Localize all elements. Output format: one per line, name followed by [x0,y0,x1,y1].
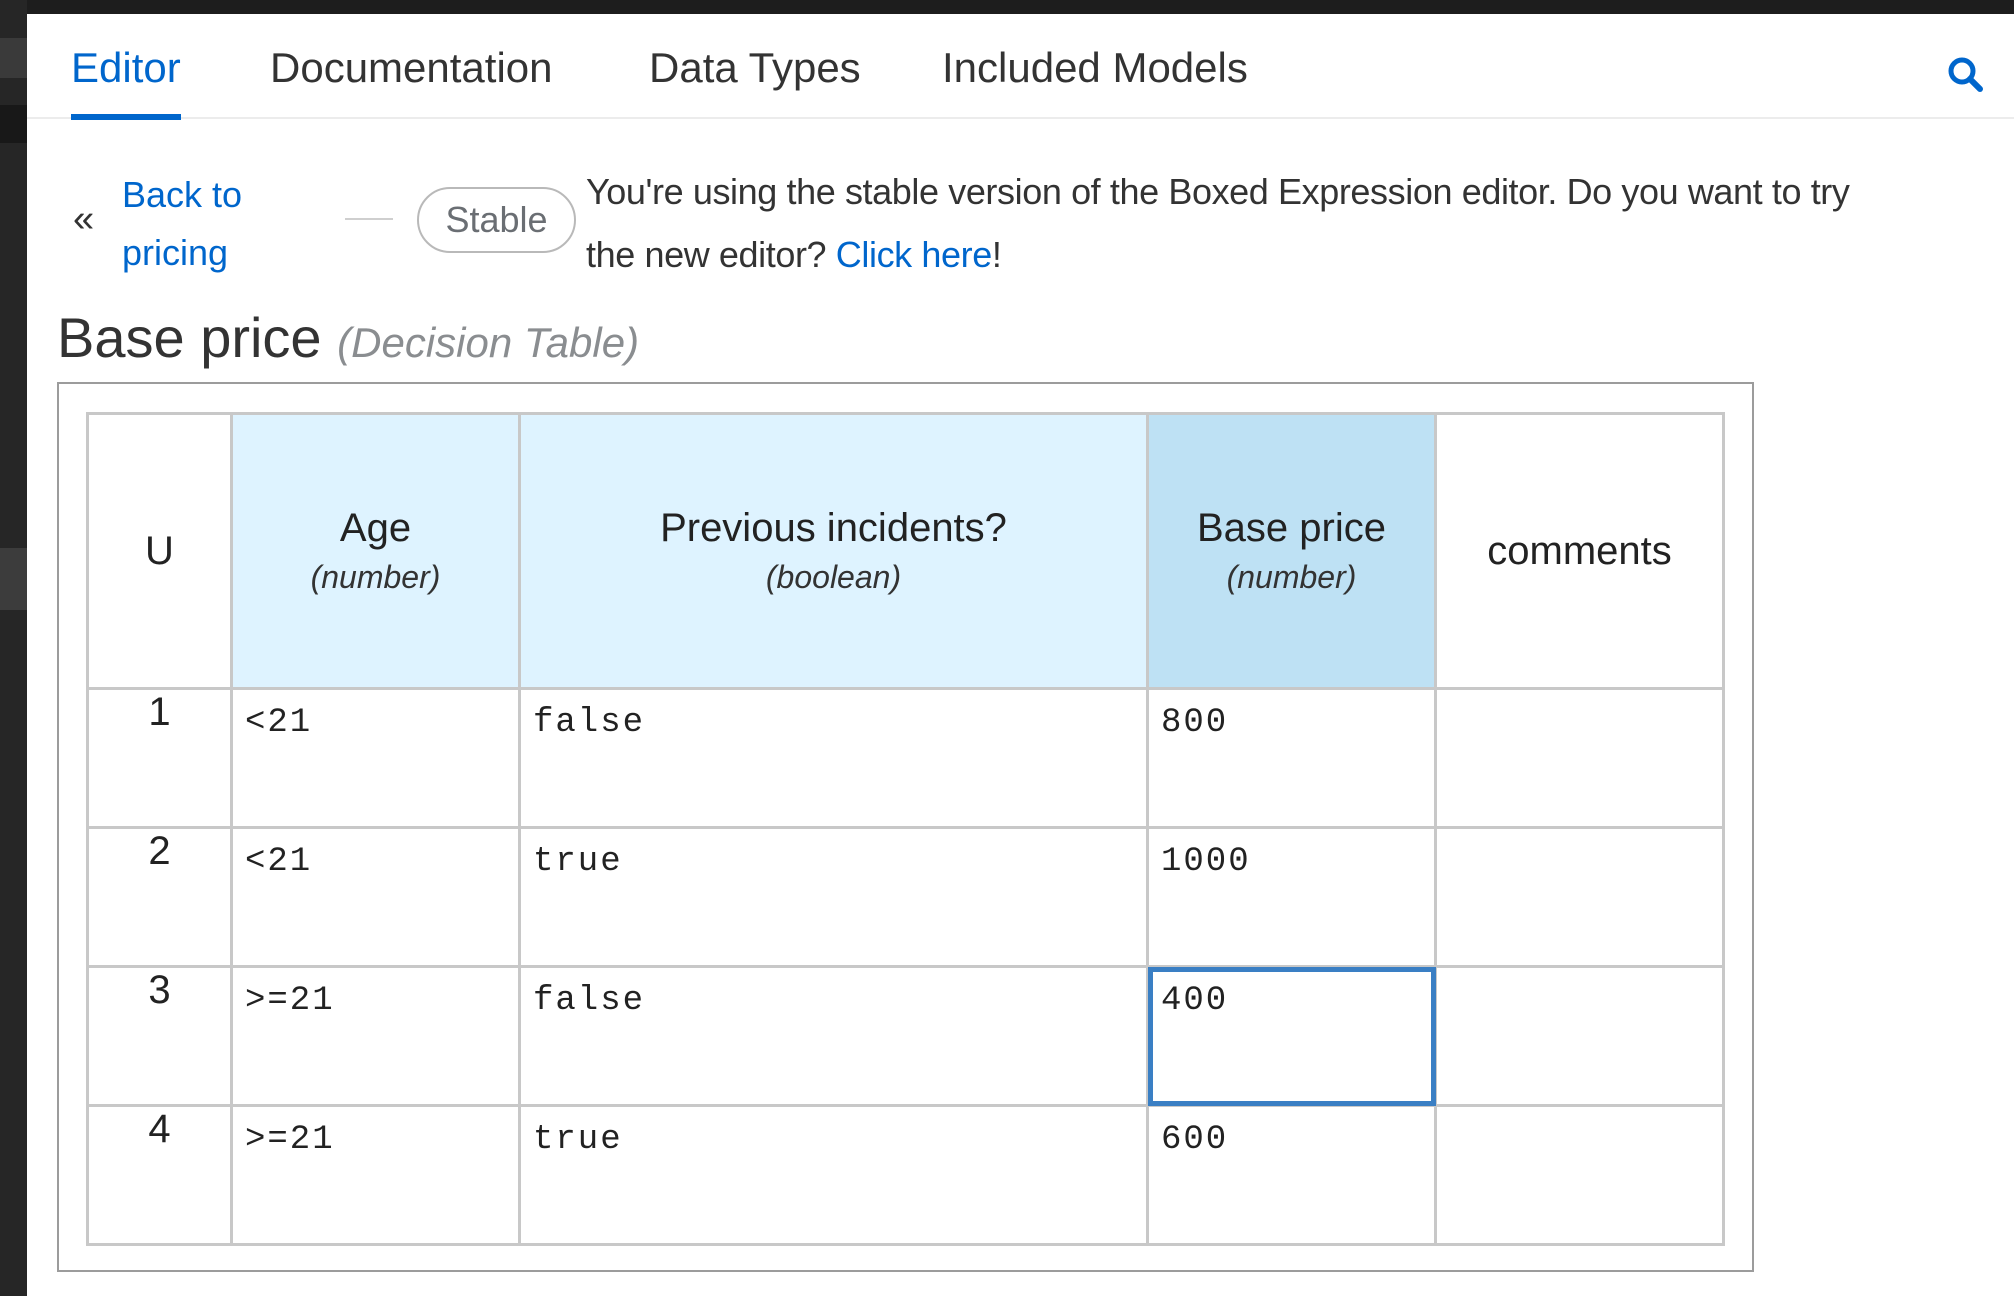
comments-cell[interactable] [1434,965,1725,1107]
tab-data-types[interactable]: Data Types [649,44,861,92]
column-header-comments[interactable]: comments [1434,412,1725,690]
base-price-cell[interactable]: 600 [1146,1104,1437,1246]
row-number: 2 [86,826,233,968]
editor-tabs: Editor Documentation Data Types Included… [27,14,2014,120]
base-price-cell-selected[interactable]: 400 [1146,965,1437,1107]
search-icon[interactable] [1945,54,1985,94]
column-header-base-price[interactable]: Base price (number) [1146,412,1437,690]
expression-type: (Decision Table) [337,319,640,366]
base-price-cell[interactable]: 1000 [1146,826,1437,968]
expression-name: Base price [57,306,322,369]
back-to-pricing-link[interactable]: Back to pricing [122,166,302,282]
base-price-cell[interactable]: 800 [1146,687,1437,829]
table-row: 1 <21 false 800 [86,687,1725,829]
table-row: 4 >=21 true 600 [86,1104,1725,1246]
age-cell[interactable]: >=21 [230,1104,521,1246]
editor-version-notice: You're using the stable version of the B… [586,171,1850,275]
separator [345,218,393,220]
try-new-editor-link[interactable]: Click here [836,234,992,275]
age-cell[interactable]: >=21 [230,965,521,1107]
tab-documentation[interactable]: Documentation [270,44,553,92]
expression-title: Base price (Decision Table) [57,305,639,370]
tab-editor[interactable]: Editor [71,44,181,120]
double-chevron-left-icon[interactable]: « [73,198,94,241]
row-number: 1 [86,687,233,829]
incidents-cell[interactable]: false [518,965,1149,1107]
hit-policy-cell[interactable]: U [86,412,233,690]
comments-cell[interactable] [1434,826,1725,968]
incidents-cell[interactable]: false [518,687,1149,829]
left-dark-strip [0,0,27,1296]
decision-table: U Age (number) Previous incidents? (bool… [86,412,1725,1246]
table-row: 2 <21 true 1000 [86,826,1725,968]
row-number: 4 [86,1104,233,1246]
age-cell[interactable]: <21 [230,687,521,829]
comments-cell[interactable] [1434,1104,1725,1246]
comments-cell[interactable] [1434,687,1725,829]
column-header-age[interactable]: Age (number) [230,412,521,690]
tab-included-models[interactable]: Included Models [942,44,1248,92]
incidents-cell[interactable]: true [518,826,1149,968]
top-window-bar [0,0,2014,14]
table-row: 3 >=21 false 400 [86,965,1725,1107]
incidents-cell[interactable]: true [518,1104,1149,1246]
column-header-previous-incidents[interactable]: Previous incidents? (boolean) [518,412,1149,690]
row-number: 3 [86,965,233,1107]
stable-badge: Stable [417,187,576,253]
age-cell[interactable]: <21 [230,826,521,968]
